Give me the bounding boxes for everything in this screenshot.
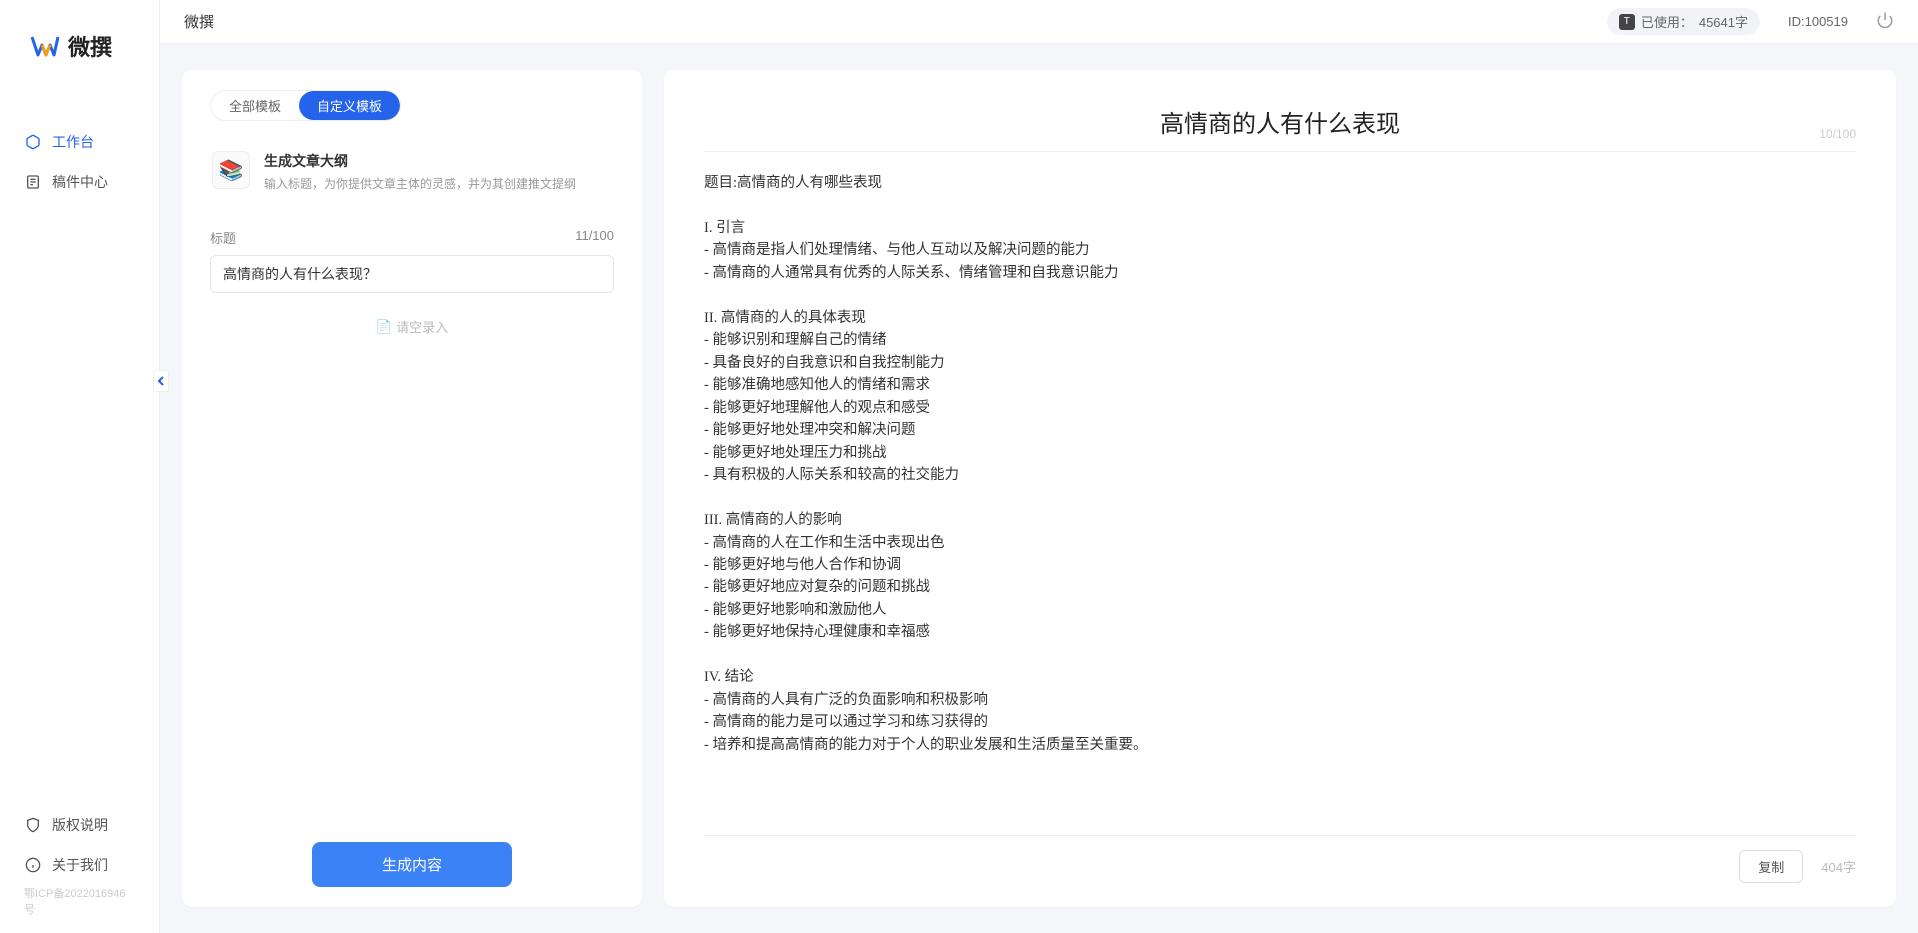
template-desc: 输入标题，为你提供文章主体的灵感，并为其创建推文提纲 — [264, 175, 576, 192]
output-body[interactable]: 题目:高情商的人有哪些表现 I. 引言 - 高情商是指人们处理情绪、与他人互动以… — [704, 172, 1856, 815]
template-title: 生成文章大纲 — [264, 151, 576, 171]
logo: 微撰 — [0, 0, 159, 82]
power-icon[interactable] — [1876, 11, 1894, 32]
usage-badge[interactable]: T 已使用： 45641字 — [1607, 8, 1760, 35]
user-id: ID:100519 — [1788, 14, 1848, 29]
icp-text: 鄂ICP备2022016946号 — [0, 885, 159, 925]
copy-button[interactable]: 复制 — [1739, 850, 1803, 883]
nav-label: 工作台 — [52, 132, 94, 152]
sidebar-item-label: 关于我们 — [52, 855, 108, 875]
main: 微撰 T 已使用： 45641字 ID:100519 全部模板 自定义模板 — [160, 0, 1918, 933]
word-count: 404字 — [1821, 857, 1856, 876]
generate-button[interactable]: 生成内容 — [312, 842, 512, 887]
sidebar-bottom: 版权说明 关于我们 鄂ICP备2022016946号 — [0, 805, 159, 933]
shield-icon — [24, 816, 42, 834]
nav-item-drafts[interactable]: 稿件中心 — [0, 162, 159, 202]
sidebar-item-label: 版权说明 — [52, 815, 108, 835]
output-title-counter: 10/100 — [1819, 127, 1856, 141]
logo-mark-icon — [30, 31, 60, 61]
field-label: 标题 — [210, 228, 236, 247]
info-icon — [24, 856, 42, 874]
template-tabs: 全部模板 自定义模板 — [210, 90, 401, 121]
topbar-right: T 已使用： 45641字 ID:100519 — [1607, 8, 1894, 35]
sidebar: 微撰 工作台 稿件中心 版权说明 — [0, 0, 160, 933]
output-title: 高情商的人有什么表现 — [704, 104, 1856, 139]
input-panel: 全部模板 自定义模板 📚 生成文章大纲 输入标题，为你提供文章主体的灵感，并为其… — [182, 70, 642, 907]
template-card: 📚 生成文章大纲 输入标题，为你提供文章主体的灵感，并为其创建推文提纲 — [210, 141, 614, 212]
cube-icon — [24, 133, 42, 151]
app-title: 微撰 — [184, 11, 214, 32]
nav: 工作台 稿件中心 — [0, 122, 159, 805]
output-footer: 复制 404字 — [704, 835, 1856, 883]
output-panel: 高情商的人有什么表现 10/100 题目:高情商的人有哪些表现 I. 引言 - … — [664, 70, 1896, 907]
books-icon: 📚 — [212, 151, 250, 189]
doc-icon — [24, 173, 42, 191]
logo-text: 微撰 — [68, 30, 112, 62]
content: 全部模板 自定义模板 📚 生成文章大纲 输入标题，为你提供文章主体的灵感，并为其… — [160, 44, 1918, 933]
sidebar-item-about[interactable]: 关于我们 — [0, 845, 159, 885]
char-counter: 11/100 — [575, 228, 614, 247]
topbar: 微撰 T 已使用： 45641字 ID:100519 — [160, 0, 1918, 44]
empty-hint: 📄 请空录入 — [210, 317, 614, 336]
title-field: 标题 11/100 — [210, 228, 614, 293]
nav-label: 稿件中心 — [52, 172, 108, 192]
tab-custom-templates[interactable]: 自定义模板 — [299, 91, 400, 120]
collapse-sidebar-button[interactable] — [153, 370, 169, 392]
usage-prefix: 已使用： — [1641, 12, 1693, 31]
sidebar-item-copyright[interactable]: 版权说明 — [0, 805, 159, 845]
nav-item-workspace[interactable]: 工作台 — [0, 122, 159, 162]
text-count-icon: T — [1619, 14, 1635, 30]
output-header: 高情商的人有什么表现 10/100 — [704, 90, 1856, 152]
tab-all-templates[interactable]: 全部模板 — [211, 91, 299, 120]
usage-value: 45641字 — [1699, 12, 1748, 31]
title-input[interactable] — [210, 255, 614, 293]
note-icon: 📄 — [376, 319, 392, 335]
